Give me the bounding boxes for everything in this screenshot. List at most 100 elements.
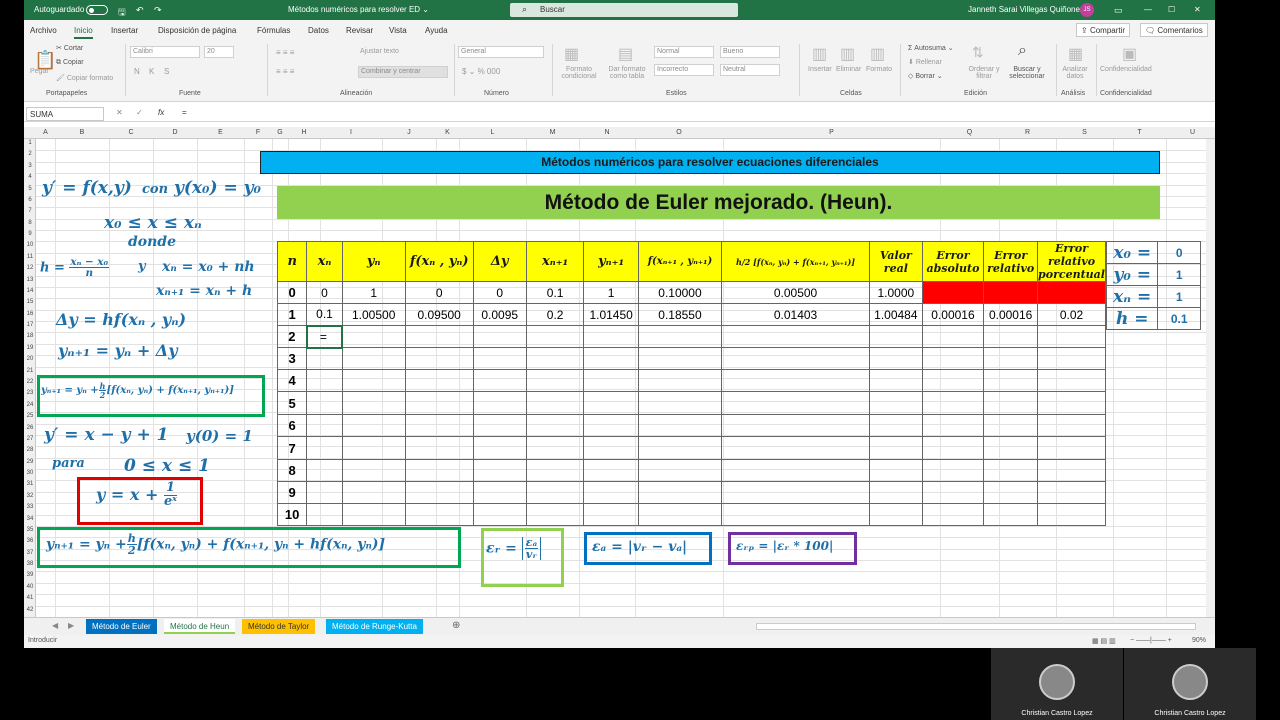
table-cell[interactable] <box>472 414 527 437</box>
find-select-button[interactable]: Buscar y seleccionar <box>1004 66 1050 80</box>
format-cells-icon[interactable]: ▥ <box>870 44 885 64</box>
table-cell[interactable]: 2 <box>276 325 308 348</box>
table-cell[interactable]: 6 <box>276 414 308 437</box>
tab-disposicion[interactable]: Disposición de página <box>158 26 236 35</box>
table-cell[interactable] <box>404 391 474 415</box>
zoom-slider[interactable]: − ——|—— + <box>1130 637 1172 644</box>
row-header[interactable]: 10 <box>24 242 36 253</box>
table-cell[interactable] <box>306 369 343 392</box>
table-cell[interactable] <box>721 369 871 392</box>
row-header[interactable]: 22 <box>24 379 36 390</box>
table-cell[interactable] <box>637 347 723 370</box>
row-header[interactable]: 40 <box>24 584 36 595</box>
row-header[interactable]: 12 <box>24 265 36 276</box>
currency-icon[interactable]: $ ⌄ % 000 <box>462 67 500 76</box>
table-cell[interactable] <box>1037 503 1106 526</box>
cut-button[interactable]: ✂ Cortar <box>56 44 83 52</box>
delete-cells-button[interactable]: Eliminar <box>836 66 861 73</box>
column-header-h[interactable]: H <box>288 129 320 136</box>
table-cell[interactable] <box>583 369 639 392</box>
column-header-cell[interactable]: xₙ₊₁ <box>525 241 585 282</box>
row-header[interactable]: 17 <box>24 322 36 333</box>
table-cell[interactable] <box>1037 325 1106 348</box>
table-cell[interactable] <box>404 459 474 482</box>
table-cell[interactable] <box>1037 459 1106 482</box>
table-cell[interactable]: 0 <box>472 281 527 304</box>
table-cell[interactable]: 0.1 <box>525 281 585 304</box>
table-cell[interactable] <box>306 347 343 370</box>
table-cell[interactable]: 1 <box>341 281 406 304</box>
column-header-i[interactable]: I <box>320 129 382 136</box>
table-cell[interactable] <box>983 369 1038 392</box>
style-normal[interactable]: Normal <box>654 46 714 58</box>
table-cell[interactable] <box>869 481 923 504</box>
autosave-toggle[interactable] <box>86 5 108 15</box>
row-header[interactable]: 8 <box>24 220 36 231</box>
table-cell[interactable] <box>637 481 723 504</box>
sheet-tab[interactable]: Método de Euler <box>86 619 157 634</box>
table-cell[interactable]: 7 <box>276 436 308 460</box>
column-header-l[interactable]: L <box>459 129 526 136</box>
table-cell[interactable] <box>472 503 527 526</box>
column-header-j[interactable]: J <box>382 129 436 136</box>
confidentiality-icon[interactable]: ▣ <box>1122 44 1137 64</box>
table-cell[interactable] <box>472 369 527 392</box>
align-left-icon[interactable]: ≡ ≡ ≡ <box>276 67 294 76</box>
tab-vista[interactable]: Vista <box>389 26 407 35</box>
table-cell[interactable]: 1.00484 <box>869 303 923 326</box>
column-header-p[interactable]: P <box>723 129 940 136</box>
table-cell[interactable]: 0.10000 <box>637 281 723 304</box>
column-header-s[interactable]: S <box>1056 129 1113 136</box>
table-cell[interactable] <box>869 325 923 348</box>
column-header-cell[interactable]: Error absoluto <box>921 241 985 282</box>
row-header[interactable]: 33 <box>24 504 36 515</box>
table-cell[interactable] <box>983 503 1038 526</box>
table-cell[interactable] <box>341 347 406 370</box>
table-cell[interactable] <box>1037 347 1106 370</box>
table-cell[interactable] <box>306 459 343 482</box>
style-neutral[interactable]: Neutral <box>720 64 780 76</box>
table-cell[interactable]: 1.0000 <box>869 281 923 304</box>
table-cell[interactable] <box>921 436 985 460</box>
table-cell[interactable] <box>583 414 639 437</box>
font-name-box[interactable]: Calibri <box>130 46 200 58</box>
table-cell[interactable] <box>525 436 585 460</box>
table-cell[interactable] <box>721 347 871 370</box>
table-cell[interactable] <box>637 414 723 437</box>
column-header-cell[interactable]: h/2 [f(xₙ, yₙ) + f(xₙ₊₁, yₙ₊₁)] <box>721 241 871 282</box>
document-title[interactable]: Métodos numéricos para resolver ED ⌄ <box>288 5 429 14</box>
table-cell[interactable]: 1.00500 <box>341 303 406 326</box>
table-cell[interactable]: 0.2 <box>525 303 585 326</box>
comments-button[interactable]: 🗨 Comentarios <box>1140 23 1208 37</box>
autosum-button[interactable]: Σ Autosuma ⌄ <box>908 44 954 52</box>
table-cell[interactable]: 5 <box>276 391 308 415</box>
table-cell[interactable] <box>921 281 985 304</box>
table-cell[interactable] <box>983 481 1038 504</box>
parameter-value[interactable]: 1 <box>1157 285 1201 308</box>
tab-datos[interactable]: Datos <box>308 26 329 35</box>
table-cell[interactable] <box>637 503 723 526</box>
analyze-data-button[interactable]: Analizar datos <box>1060 66 1090 80</box>
row-header[interactable]: 23 <box>24 390 36 401</box>
row-header[interactable]: 39 <box>24 572 36 583</box>
style-good[interactable]: Bueno <box>720 46 780 58</box>
table-cell[interactable] <box>404 481 474 504</box>
sort-filter-button[interactable]: Ordenar y filtrar <box>964 66 1004 80</box>
tab-revisar[interactable]: Revisar <box>346 26 373 35</box>
table-cell[interactable] <box>583 503 639 526</box>
table-cell[interactable] <box>525 347 585 370</box>
table-cell[interactable] <box>341 503 406 526</box>
insert-function-icon[interactable]: fx <box>158 108 164 117</box>
column-header-cell[interactable]: n <box>276 241 308 282</box>
parameter-value[interactable]: 1 <box>1157 263 1201 286</box>
table-cell[interactable] <box>306 414 343 437</box>
row-header[interactable]: 29 <box>24 459 36 470</box>
table-cell[interactable] <box>921 481 985 504</box>
table-cell[interactable] <box>983 281 1038 304</box>
column-header-e[interactable]: E <box>197 129 244 136</box>
table-cell[interactable] <box>306 391 343 415</box>
row-header[interactable]: 1 <box>24 140 36 151</box>
fill-button[interactable]: ⬇ Rellenar <box>908 58 942 66</box>
table-cell[interactable] <box>921 391 985 415</box>
table-cell[interactable] <box>983 347 1038 370</box>
